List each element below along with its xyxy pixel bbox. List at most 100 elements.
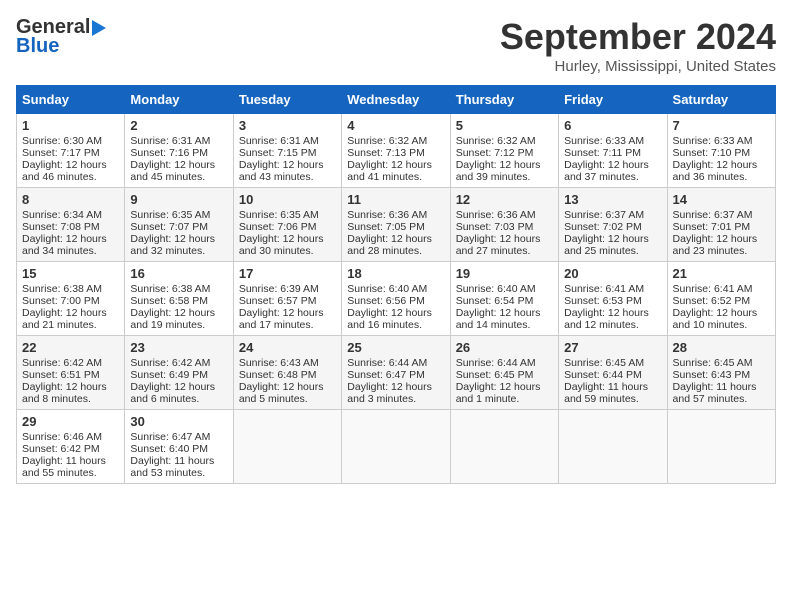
day-info: Sunrise: 6:30 AM bbox=[22, 135, 119, 147]
day-number: 30 bbox=[130, 414, 227, 429]
day-number: 22 bbox=[22, 340, 119, 355]
calendar-cell: 19Sunrise: 6:40 AMSunset: 6:54 PMDayligh… bbox=[450, 262, 558, 336]
column-header-thursday: Thursday bbox=[450, 86, 558, 114]
day-info: Sunrise: 6:34 AM bbox=[22, 209, 119, 221]
day-info: Sunrise: 6:41 AM bbox=[564, 283, 661, 295]
day-info: Daylight: 11 hours and 53 minutes. bbox=[130, 455, 227, 479]
day-info: Sunrise: 6:38 AM bbox=[130, 283, 227, 295]
day-info: Daylight: 12 hours and 37 minutes. bbox=[564, 159, 661, 183]
day-info: Sunset: 7:12 PM bbox=[456, 147, 553, 159]
day-info: Sunset: 7:10 PM bbox=[673, 147, 770, 159]
day-info: Sunrise: 6:32 AM bbox=[347, 135, 444, 147]
day-info: Daylight: 11 hours and 59 minutes. bbox=[564, 381, 661, 405]
calendar-cell: 3Sunrise: 6:31 AMSunset: 7:15 PMDaylight… bbox=[233, 114, 341, 188]
day-info: Daylight: 12 hours and 41 minutes. bbox=[347, 159, 444, 183]
calendar-cell: 14Sunrise: 6:37 AMSunset: 7:01 PMDayligh… bbox=[667, 188, 775, 262]
day-info: Sunrise: 6:45 AM bbox=[673, 357, 770, 369]
day-info: Sunset: 6:54 PM bbox=[456, 295, 553, 307]
day-number: 2 bbox=[130, 118, 227, 133]
page-header: General Blue September 2024 Hurley, Miss… bbox=[16, 16, 776, 75]
column-header-sunday: Sunday bbox=[17, 86, 125, 114]
day-info: Daylight: 11 hours and 55 minutes. bbox=[22, 455, 119, 479]
day-info: Daylight: 12 hours and 12 minutes. bbox=[564, 307, 661, 331]
logo: General Blue bbox=[16, 16, 106, 58]
day-number: 20 bbox=[564, 266, 661, 281]
day-info: Sunrise: 6:40 AM bbox=[347, 283, 444, 295]
calendar-cell: 10Sunrise: 6:35 AMSunset: 7:06 PMDayligh… bbox=[233, 188, 341, 262]
day-info: Sunset: 7:13 PM bbox=[347, 147, 444, 159]
day-info: Sunset: 6:51 PM bbox=[22, 369, 119, 381]
day-number: 21 bbox=[673, 266, 770, 281]
calendar-cell: 23Sunrise: 6:42 AMSunset: 6:49 PMDayligh… bbox=[125, 336, 233, 410]
day-info: Sunrise: 6:44 AM bbox=[456, 357, 553, 369]
calendar-week-5: 29Sunrise: 6:46 AMSunset: 6:42 PMDayligh… bbox=[17, 410, 776, 484]
day-number: 13 bbox=[564, 192, 661, 207]
day-number: 4 bbox=[347, 118, 444, 133]
column-header-monday: Monday bbox=[125, 86, 233, 114]
day-info: Sunset: 7:03 PM bbox=[456, 221, 553, 233]
column-header-friday: Friday bbox=[559, 86, 667, 114]
day-info: Sunrise: 6:42 AM bbox=[22, 357, 119, 369]
day-info: Sunset: 7:16 PM bbox=[130, 147, 227, 159]
calendar-cell: 30 Sunrise: 6:47 AMSunset: 6:40 PMDayligh… bbox=[125, 410, 233, 484]
day-info: Daylight: 12 hours and 28 minutes. bbox=[347, 233, 444, 257]
day-info: Sunrise: 6:47 AM bbox=[130, 431, 227, 443]
day-info: Sunset: 6:48 PM bbox=[239, 369, 336, 381]
day-info: Sunrise: 6:44 AM bbox=[347, 357, 444, 369]
day-info: Sunset: 6:40 PM bbox=[130, 443, 227, 455]
day-info: Sunset: 7:07 PM bbox=[130, 221, 227, 233]
calendar-week-4: 22Sunrise: 6:42 AMSunset: 6:51 PMDayligh… bbox=[17, 336, 776, 410]
day-info: Sunset: 6:57 PM bbox=[239, 295, 336, 307]
day-info: Sunrise: 6:31 AM bbox=[130, 135, 227, 147]
day-info: Daylight: 12 hours and 3 minutes. bbox=[347, 381, 444, 405]
calendar-cell bbox=[667, 410, 775, 484]
day-info: Daylight: 12 hours and 8 minutes. bbox=[22, 381, 119, 405]
logo-blue: Blue bbox=[16, 35, 59, 58]
day-info: Sunset: 6:43 PM bbox=[673, 369, 770, 381]
day-info: Sunrise: 6:45 AM bbox=[564, 357, 661, 369]
day-info: Daylight: 11 hours and 57 minutes. bbox=[673, 381, 770, 405]
day-info: Daylight: 12 hours and 5 minutes. bbox=[239, 381, 336, 405]
day-info: Daylight: 12 hours and 27 minutes. bbox=[456, 233, 553, 257]
day-info: Sunset: 7:02 PM bbox=[564, 221, 661, 233]
calendar-cell: 18Sunrise: 6:40 AMSunset: 6:56 PMDayligh… bbox=[342, 262, 450, 336]
day-info: Sunrise: 6:37 AM bbox=[673, 209, 770, 221]
calendar-cell: 27Sunrise: 6:45 AMSunset: 6:44 PMDayligh… bbox=[559, 336, 667, 410]
calendar-cell: 9Sunrise: 6:35 AMSunset: 7:07 PMDaylight… bbox=[125, 188, 233, 262]
day-info: Sunrise: 6:37 AM bbox=[564, 209, 661, 221]
day-info: Sunset: 7:17 PM bbox=[22, 147, 119, 159]
calendar-cell: 28Sunrise: 6:45 AMSunset: 6:43 PMDayligh… bbox=[667, 336, 775, 410]
calendar-cell: 22 Sunrise: 6:42 AMSunset: 6:51 PMDayligh… bbox=[17, 336, 125, 410]
day-info: Daylight: 12 hours and 46 minutes. bbox=[22, 159, 119, 183]
day-number: 3 bbox=[239, 118, 336, 133]
calendar-cell: 16Sunrise: 6:38 AMSunset: 6:58 PMDayligh… bbox=[125, 262, 233, 336]
logo-arrow-icon bbox=[92, 20, 106, 36]
day-number: 16 bbox=[130, 266, 227, 281]
day-number: 9 bbox=[130, 192, 227, 207]
calendar-cell: 24Sunrise: 6:43 AMSunset: 6:48 PMDayligh… bbox=[233, 336, 341, 410]
calendar-cell: 20Sunrise: 6:41 AMSunset: 6:53 PMDayligh… bbox=[559, 262, 667, 336]
day-info: Sunset: 7:06 PM bbox=[239, 221, 336, 233]
calendar-cell: 25 Sunrise: 6:44 AMSunset: 6:47 PMDayligh… bbox=[342, 336, 450, 410]
day-info: Sunset: 7:01 PM bbox=[673, 221, 770, 233]
calendar-cell: 2Sunrise: 6:31 AMSunset: 7:16 PMDaylight… bbox=[125, 114, 233, 188]
day-number: 24 bbox=[239, 340, 336, 355]
day-info: Sunrise: 6:35 AM bbox=[239, 209, 336, 221]
month-title: September 2024 bbox=[500, 16, 776, 58]
day-info: Sunset: 6:44 PM bbox=[564, 369, 661, 381]
day-number: 25 bbox=[347, 340, 444, 355]
day-info: Sunset: 7:05 PM bbox=[347, 221, 444, 233]
calendar-cell bbox=[450, 410, 558, 484]
calendar-header-row: SundayMondayTuesdayWednesdayThursdayFrid… bbox=[17, 86, 776, 114]
calendar-cell: 4 Sunrise: 6:32 AMSunset: 7:13 PMDaylight… bbox=[342, 114, 450, 188]
day-info: Daylight: 12 hours and 14 minutes. bbox=[456, 307, 553, 331]
day-info: Sunrise: 6:36 AM bbox=[347, 209, 444, 221]
day-info: Daylight: 12 hours and 19 minutes. bbox=[130, 307, 227, 331]
day-info: Sunset: 6:42 PM bbox=[22, 443, 119, 455]
day-info: Sunset: 7:00 PM bbox=[22, 295, 119, 307]
column-header-tuesday: Tuesday bbox=[233, 86, 341, 114]
calendar-cell: 13Sunrise: 6:37 AMSunset: 7:02 PMDayligh… bbox=[559, 188, 667, 262]
calendar-cell bbox=[559, 410, 667, 484]
day-info: Daylight: 12 hours and 43 minutes. bbox=[239, 159, 336, 183]
day-info: Sunset: 6:47 PM bbox=[347, 369, 444, 381]
